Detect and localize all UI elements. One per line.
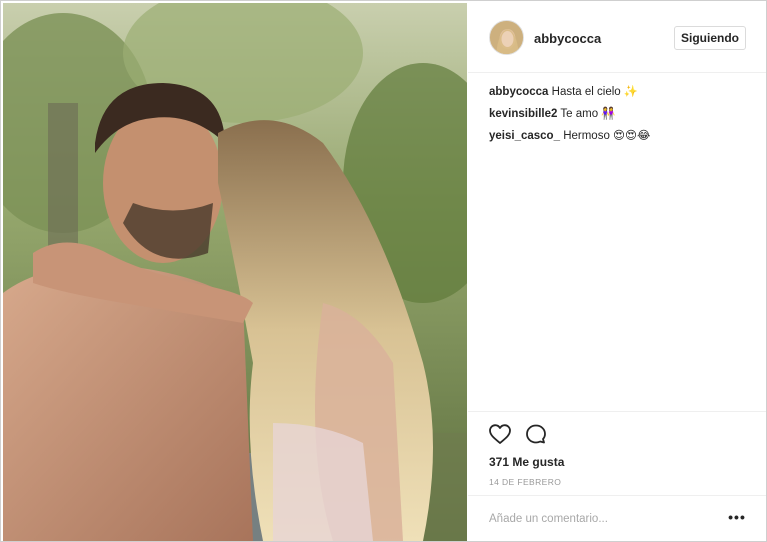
post-frame: abbycocca Siguiendo abbycocca Hasta el c…: [0, 0, 767, 542]
comment-bubble-icon[interactable]: [524, 423, 550, 447]
comment-bar: •••: [468, 495, 766, 541]
likes-count[interactable]: 371 Me gusta: [489, 455, 564, 469]
comment-item: yeisi_casco_ Hermoso 😍😍😂: [489, 129, 749, 143]
comment-input[interactable]: [489, 509, 709, 529]
post-date: 14 DE FEBRERO: [489, 477, 562, 487]
following-button[interactable]: Siguiendo: [674, 26, 746, 50]
post-photo[interactable]: [3, 3, 467, 541]
more-options-icon[interactable]: •••: [726, 506, 748, 528]
comment-text: Hermoso 😍😍😂: [563, 130, 651, 142]
avatar[interactable]: [489, 20, 524, 55]
comment-username[interactable]: abbycocca: [489, 86, 548, 98]
comments-list: abbycocca Hasta el cielo ✨ kevinsibille2…: [489, 85, 749, 151]
comment-item: abbycocca Hasta el cielo ✨: [489, 85, 749, 99]
comment-text: Te amo 👭: [560, 108, 616, 120]
post-side-panel: abbycocca Siguiendo abbycocca Hasta el c…: [468, 3, 766, 541]
comment-text: Hasta el cielo ✨: [551, 86, 639, 98]
heart-icon[interactable]: [488, 423, 514, 447]
post-header: abbycocca Siguiendo: [468, 3, 766, 73]
comment-username[interactable]: yeisi_casco_: [489, 130, 560, 142]
post-username[interactable]: abbycocca: [534, 31, 601, 46]
comment-item: kevinsibille2 Te amo 👭: [489, 107, 749, 121]
comment-username[interactable]: kevinsibille2: [489, 108, 557, 120]
avatar-image: [490, 21, 523, 54]
post-actions: 371 Me gusta 14 DE FEBRERO: [468, 411, 766, 495]
photo-image: [3, 3, 467, 541]
